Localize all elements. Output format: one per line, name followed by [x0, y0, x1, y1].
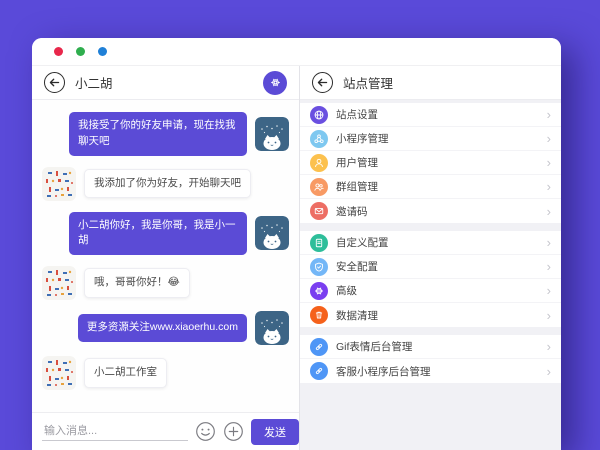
chevron-right-icon: ›	[547, 236, 551, 249]
chat-bubble: 我添加了你为好友，开始聊天吧	[84, 169, 251, 199]
menu-item-label: 用户管理	[336, 155, 539, 170]
gear-icon	[310, 282, 328, 300]
chevron-right-icon: ›	[547, 180, 551, 193]
chat-message-received: 哦，哥哥你好！😂	[42, 266, 289, 300]
plus-icon	[223, 421, 244, 442]
my-avatar[interactable]	[42, 356, 76, 390]
menu-item[interactable]: 客服小程序后台管理 ›	[300, 359, 561, 383]
menu-item[interactable]: Gif表情后台管理 ›	[300, 335, 561, 359]
chat-bubble: 哦，哥哥你好！😂	[84, 268, 190, 298]
menu-item[interactable]: 自定义配置 ›	[300, 231, 561, 255]
contact-avatar[interactable]	[255, 216, 289, 250]
chevron-right-icon: ›	[547, 205, 551, 218]
contact-avatar[interactable]	[255, 311, 289, 345]
envelope-icon	[310, 202, 328, 220]
chat-message-received: 我添加了你为好友，开始聊天吧	[42, 167, 289, 201]
site-management-panel: 站点管理 站点设置›小程序管理›用户管理›群组管理›邀请码›自定义配置›安全配置…	[300, 66, 561, 450]
chat-back-button[interactable]	[44, 72, 65, 93]
chat-title: 小二胡	[75, 73, 113, 92]
menu-item[interactable]: 安全配置 ›	[300, 255, 561, 279]
gear-icon	[269, 76, 282, 89]
chevron-right-icon: ›	[547, 156, 551, 169]
miniprogram-icon	[310, 130, 328, 148]
user-icon	[310, 154, 328, 172]
menu-item[interactable]: 小程序管理 ›	[300, 127, 561, 151]
shield-icon	[310, 258, 328, 276]
chevron-right-icon: ›	[547, 340, 551, 353]
site-header: 站点管理	[300, 66, 561, 100]
smiley-icon	[195, 421, 216, 442]
menu-item-label: 群组管理	[336, 179, 539, 194]
menu-item-label: 站点设置	[336, 107, 539, 122]
chat-bubble: 更多资源关注www.xiaoerhu.com	[78, 314, 247, 342]
chevron-right-icon: ›	[547, 260, 551, 273]
group-icon	[310, 178, 328, 196]
site-back-button[interactable]	[312, 72, 333, 93]
chat-message-received: 小二胡工作室	[42, 356, 289, 390]
close-window-button[interactable]	[54, 47, 63, 56]
chat-input-bar: 发送	[32, 412, 299, 450]
message-input[interactable]	[42, 422, 188, 441]
back-arrow-icon	[316, 76, 329, 89]
chat-bubble: 小二胡你好，我是你哥，我是小一胡	[69, 212, 247, 256]
my-avatar[interactable]	[42, 266, 76, 300]
chat-settings-button[interactable]	[263, 71, 287, 95]
link-icon	[310, 338, 328, 356]
window-titlebar	[32, 38, 561, 66]
emoji-button[interactable]	[195, 421, 216, 442]
menu-group: Gif表情后台管理 › 客服小程序后台管理 ›	[300, 335, 561, 383]
chevron-right-icon: ›	[547, 132, 551, 145]
maximize-window-button[interactable]	[98, 47, 107, 56]
menu-item[interactable]: 邀请码 ›	[300, 199, 561, 223]
chevron-right-icon: ›	[547, 108, 551, 121]
menu-item-label: 客服小程序后台管理	[336, 364, 539, 379]
chat-header: 小二胡	[32, 66, 299, 100]
menu-group: 站点设置 › 小程序管理 › 用户管理 › 群组管理 › 邀请码 ›	[300, 103, 561, 223]
menu-item-label: 数据清理	[336, 308, 539, 323]
chat-message-sent: 我接受了你的好友申请，现在找我聊天吧	[42, 112, 289, 156]
chat-bubble: 小二胡工作室	[84, 358, 167, 388]
globe-icon	[310, 106, 328, 124]
document-icon	[310, 234, 328, 252]
chat-message-sent: 小二胡你好，我是你哥，我是小一胡	[42, 212, 289, 256]
window-body: 小二胡 我接受了你的好友申请，现在找我聊天吧 我添加了你为好友，开始聊天吧小二胡…	[32, 66, 561, 450]
menu-item-label: 小程序管理	[336, 131, 539, 146]
send-button[interactable]: 发送	[251, 419, 299, 445]
back-arrow-icon	[48, 76, 61, 89]
app-window: 小二胡 我接受了你的好友申请，现在找我聊天吧 我添加了你为好友，开始聊天吧小二胡…	[32, 38, 561, 450]
chevron-right-icon: ›	[547, 365, 551, 378]
minimize-window-button[interactable]	[76, 47, 85, 56]
chat-panel: 小二胡 我接受了你的好友申请，现在找我聊天吧 我添加了你为好友，开始聊天吧小二胡…	[32, 66, 300, 450]
site-title: 站点管理	[343, 73, 393, 92]
menu-item-label: 邀请码	[336, 204, 539, 219]
menu-item[interactable]: 数据清理 ›	[300, 303, 561, 327]
menu-item[interactable]: 站点设置 ›	[300, 103, 561, 127]
menu-item-label: Gif表情后台管理	[336, 339, 539, 354]
trash-icon	[310, 306, 328, 324]
attach-button[interactable]	[223, 421, 244, 442]
menu-group: 自定义配置 › 安全配置 › 高级 › 数据清理 ›	[300, 231, 561, 327]
menu-item-label: 安全配置	[336, 259, 539, 274]
chevron-right-icon: ›	[547, 309, 551, 322]
chat-bubble: 我接受了你的好友申请，现在找我聊天吧	[69, 112, 247, 156]
menu-item[interactable]: 群组管理 ›	[300, 175, 561, 199]
menu-item[interactable]: 用户管理 ›	[300, 151, 561, 175]
menu-item-label: 高级	[336, 283, 539, 298]
chevron-right-icon: ›	[547, 284, 551, 297]
link-icon	[310, 362, 328, 380]
my-avatar[interactable]	[42, 167, 76, 201]
chat-message-sent: 更多资源关注www.xiaoerhu.com	[42, 311, 289, 345]
menu-item[interactable]: 高级 ›	[300, 279, 561, 303]
menu-item-label: 自定义配置	[336, 235, 539, 250]
site-menu: 站点设置›小程序管理›用户管理›群组管理›邀请码›自定义配置›安全配置›高级›数…	[300, 100, 561, 450]
chat-message-list: 我接受了你的好友申请，现在找我聊天吧 我添加了你为好友，开始聊天吧小二胡你好，我…	[32, 100, 299, 412]
contact-avatar[interactable]	[255, 117, 289, 151]
